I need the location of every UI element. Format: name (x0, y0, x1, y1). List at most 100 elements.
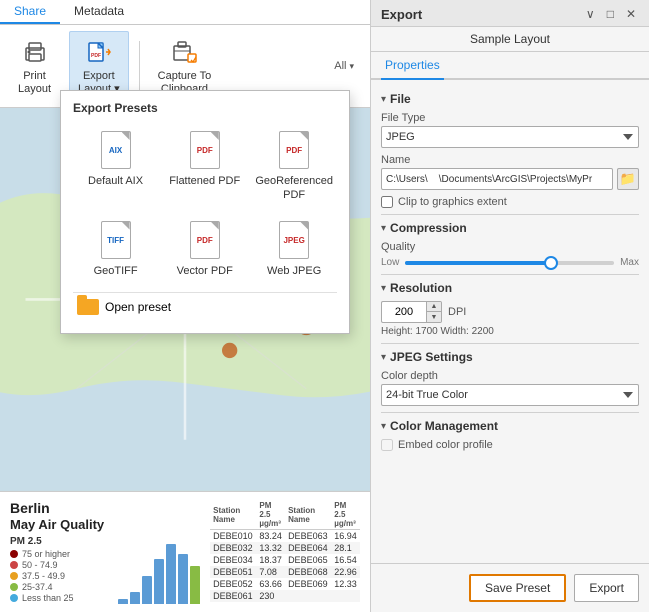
table-cell: DEBE010 (210, 530, 256, 543)
dpi-arrows: ▲ ▼ (426, 301, 442, 323)
table-cell (285, 590, 331, 602)
folder-icon (77, 299, 99, 315)
col-header-pm2: PM 2.5µg/m³ (331, 500, 360, 530)
quality-slider-track[interactable] (405, 261, 614, 265)
export-footer: Save Preset Export (371, 563, 649, 612)
jpeg-settings-section-header[interactable]: ▾ JPEG Settings (381, 350, 639, 364)
table-cell: 83.24 (256, 530, 285, 543)
embed-profile-label: Embed color profile (398, 439, 493, 451)
legend-dot-2 (10, 561, 18, 569)
table-row: DEBE01083.24DEBE06316.94 (210, 530, 360, 543)
print-layout-button[interactable]: PrintLayout (10, 32, 59, 100)
clip-checkbox[interactable] (381, 196, 393, 208)
preset-flat-pdf-label: Flattened PDF (169, 174, 240, 188)
table-cell: DEBE051 (210, 566, 256, 578)
preset-geo-tiff[interactable]: TIFF GeoTIFF (73, 215, 158, 282)
color-depth-select[interactable]: 24-bit True Color 8-bit 4-bit Grayscale (381, 384, 639, 406)
all-button[interactable]: All ▾ (328, 58, 360, 74)
tab-share[interactable]: Share (0, 0, 60, 24)
file-section-header[interactable]: ▾ File (381, 92, 639, 106)
resolution-chevron-icon: ▾ (381, 283, 386, 294)
dpi-up-arrow[interactable]: ▲ (427, 302, 441, 312)
table-cell: 230 (256, 590, 285, 602)
preset-tiff-icon: TIFF (98, 219, 134, 261)
resolution-section-header[interactable]: ▾ Resolution (381, 281, 639, 295)
export-subtitle: Sample Layout (371, 27, 649, 52)
legend-item-4: 25-37.4 (10, 582, 104, 592)
preset-aix-icon: AIX (98, 129, 134, 171)
preset-georeferenced-pdf[interactable]: PDF GeoReferenced PDF (251, 125, 337, 207)
legend-item-3: 37.5 - 49.9 (10, 571, 104, 581)
dropdown-title: Export Presets (73, 101, 337, 115)
export-tabs: Properties (371, 52, 649, 80)
dpi-input[interactable] (381, 301, 426, 323)
compression-section-header[interactable]: ▾ Compression (381, 221, 639, 235)
legend-dot-1 (10, 550, 18, 558)
jpeg-chevron-icon: ▾ (381, 352, 386, 363)
table-cell: DEBE063 (285, 530, 331, 543)
export-header: Export ∨ □ ✕ (371, 0, 649, 27)
all-label: All (334, 60, 346, 72)
ribbon-separator (139, 41, 140, 91)
dpi-down-arrow[interactable]: ▼ (427, 312, 441, 322)
file-type-select[interactable]: JPEG PNG PDF TIFF (381, 126, 639, 148)
table-cell: DEBE065 (285, 554, 331, 566)
export-presets-dropdown: Export Presets AIX Default AIX PDF Fla (60, 90, 350, 334)
color-depth-field: Color depth 24-bit True Color 8-bit 4-bi… (381, 370, 639, 406)
table-row: DEBE03418.37DEBE06516.54 (210, 554, 360, 566)
chart-bar-6 (178, 554, 188, 604)
preset-vector-pdf[interactable]: PDF Vector PDF (162, 215, 247, 282)
export-button[interactable]: Export (574, 574, 639, 602)
chart-area (114, 500, 200, 604)
resolution-info: Height: 1700 Width: 2200 (381, 326, 639, 337)
tab-metadata[interactable]: Metadata (60, 0, 138, 24)
export-panel-title: Export (381, 7, 422, 22)
table-row: DEBE0517.08DEBE06822.96 (210, 566, 360, 578)
preset-flattened-pdf[interactable]: PDF Flattened PDF (162, 125, 247, 207)
legend-item-5: Less than 25 (10, 593, 104, 603)
slider-thumb[interactable] (544, 256, 558, 270)
browse-button[interactable]: 📁 (617, 168, 639, 190)
preset-web-jpeg[interactable]: JPEG Web JPEG (251, 215, 337, 282)
table-row: DEBE061230 (210, 590, 360, 602)
quality-slider-row: Low Max (381, 257, 639, 268)
all-chevron-icon: ▾ (349, 61, 354, 72)
open-preset-button[interactable]: Open preset (73, 292, 337, 321)
file-type-label: File Type (381, 112, 639, 124)
table-row: DEBE05263.66DEBE06912.33 (210, 578, 360, 590)
table-cell: DEBE052 (210, 578, 256, 590)
preset-jpeg-label: Web JPEG (267, 264, 321, 278)
folder-browse-icon: 📁 (620, 171, 636, 187)
table-cell: 7.08 (256, 566, 285, 578)
table-cell: DEBE064 (285, 542, 331, 554)
resolution-section-title: Resolution (390, 281, 452, 295)
save-preset-button[interactable]: Save Preset (469, 574, 566, 602)
close-icon[interactable]: ✕ (623, 6, 639, 22)
dpi-row: ▲ ▼ DPI (381, 301, 639, 323)
col-header-station2: Station Name (285, 500, 331, 530)
maximize-icon[interactable]: □ (604, 6, 617, 22)
table-cell: DEBE034 (210, 554, 256, 566)
color-mgmt-section-title: Color Management (390, 419, 498, 433)
print-icon (19, 36, 51, 68)
title-block: Berlin May Air Quality PM 2.5 75 or high… (10, 500, 104, 604)
table-cell: DEBE068 (285, 566, 331, 578)
chart-bar-5 (166, 544, 176, 604)
chevron-down-icon[interactable]: ∨ (583, 6, 598, 22)
right-panel: Export ∨ □ ✕ Sample Layout Properties ▾ … (370, 0, 649, 612)
chart-bar-1 (118, 599, 128, 604)
tab-properties[interactable]: Properties (381, 52, 444, 80)
file-path-input[interactable] (381, 168, 613, 190)
embed-profile-checkbox[interactable] (381, 439, 393, 451)
compression-chevron-icon: ▾ (381, 223, 386, 234)
chart-bar-4 (154, 559, 164, 604)
jpeg-section-title: JPEG Settings (390, 350, 473, 364)
preset-default-aix[interactable]: AIX Default AIX (73, 125, 158, 207)
quality-label: Quality (381, 241, 639, 253)
header-icons: ∨ □ ✕ (583, 6, 639, 22)
table-cell: 16.54 (331, 554, 360, 566)
color-mgmt-chevron-icon: ▾ (381, 421, 386, 432)
preset-grid: AIX Default AIX PDF Flattened PDF PD (73, 125, 337, 282)
color-management-section-header[interactable]: ▾ Color Management (381, 419, 639, 433)
capture-icon (168, 36, 200, 68)
